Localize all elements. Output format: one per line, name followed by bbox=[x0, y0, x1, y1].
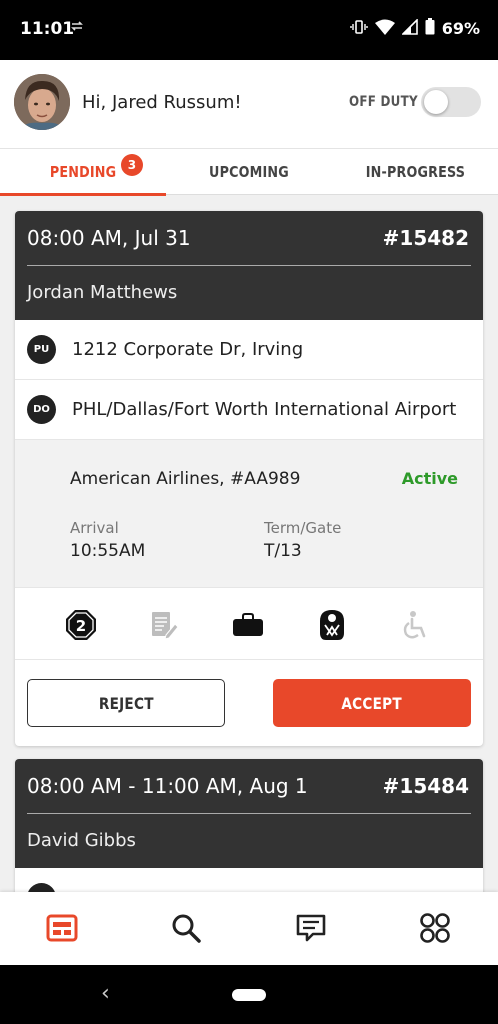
pickup-row[interactable]: PU 1212 Corporate Dr, Irving bbox=[15, 320, 483, 380]
tab-pending[interactable]: PENDING 3 bbox=[0, 149, 166, 196]
more-icon[interactable] bbox=[417, 910, 453, 946]
wheelchair-icon bbox=[400, 609, 432, 641]
pending-count-badge: 3 bbox=[121, 154, 143, 176]
messages-icon[interactable] bbox=[293, 910, 329, 946]
trip-number: #15482 bbox=[382, 226, 469, 250]
tab-upcoming-label: UPCOMING bbox=[209, 163, 289, 181]
trip-card[interactable]: 08:00 AM, Jul 31 #15482 Jordan Matthews … bbox=[15, 211, 483, 746]
flight-airline: American Airlines, #AA989 bbox=[70, 469, 301, 489]
tab-in-progress-label: IN-PROGRESS bbox=[365, 163, 465, 181]
trip-datetime: 08:00 AM, Jul 31 bbox=[27, 226, 191, 250]
card-actions: REJECT ACCEPT bbox=[15, 660, 483, 746]
trip-number: #15484 bbox=[382, 774, 469, 798]
reject-button[interactable]: REJECT bbox=[27, 679, 225, 727]
search-icon[interactable] bbox=[168, 910, 204, 946]
trip-datetime: 08:00 AM - 11:00 AM, Aug 1 bbox=[27, 774, 308, 798]
app-screen: Hi, Jared Russum! OFF DUTY PENDING 3 UPC… bbox=[0, 60, 498, 965]
accept-label: ACCEPT bbox=[341, 693, 403, 713]
tab-bar: PENDING 3 UPCOMING IN-PROGRESS bbox=[0, 148, 498, 196]
dropoff-badge: DO bbox=[27, 395, 56, 424]
gate-label: Term/Gate bbox=[264, 519, 342, 537]
trip-features-row: 2 bbox=[15, 588, 483, 660]
duty-status-label: OFF DUTY bbox=[349, 94, 418, 110]
reject-label: REJECT bbox=[98, 693, 154, 713]
passengers-icon: 2 bbox=[65, 609, 97, 641]
vibrate-icon bbox=[350, 19, 368, 39]
passenger-count: 2 bbox=[76, 617, 86, 635]
arrival-time: 10:55AM bbox=[70, 541, 146, 561]
card-header: 08:00 AM - 11:00 AM, Aug 1 #15484 David … bbox=[15, 759, 483, 868]
arrival-label: Arrival bbox=[70, 519, 119, 537]
tab-in-progress[interactable]: IN-PROGRESS bbox=[332, 149, 498, 195]
header: Hi, Jared Russum! OFF DUTY bbox=[0, 60, 498, 148]
passenger-name: David Gibbs bbox=[27, 830, 136, 851]
battery-icon bbox=[425, 18, 435, 39]
dashboard-icon[interactable] bbox=[44, 910, 80, 946]
status-time: 11:01 bbox=[20, 19, 75, 39]
card-header: 08:00 AM, Jul 31 #15482 Jordan Matthews bbox=[15, 211, 483, 320]
flight-info: American Airlines, #AA989 Active Arrival… bbox=[15, 440, 483, 588]
notes-icon bbox=[148, 609, 180, 641]
avatar[interactable] bbox=[14, 74, 70, 130]
signal-icon bbox=[400, 17, 418, 39]
wifi-icon bbox=[374, 19, 395, 39]
flight-status: Active bbox=[401, 469, 458, 488]
status-bar: 11:01 69% bbox=[0, 0, 498, 60]
bottom-nav bbox=[0, 892, 498, 965]
battery-percent: 69% bbox=[441, 19, 480, 38]
dropoff-row[interactable]: DO PHL/Dallas/Fort Worth International A… bbox=[15, 380, 483, 440]
sync-icon bbox=[70, 20, 84, 35]
child-seat-icon bbox=[316, 609, 348, 641]
duty-toggle[interactable] bbox=[421, 87, 481, 117]
greeting-text: Hi, Jared Russum! bbox=[82, 92, 242, 113]
pickup-address: 1212 Corporate Dr, Irving bbox=[72, 339, 304, 360]
gate-value: T/13 bbox=[264, 541, 302, 561]
pickup-badge: PU bbox=[27, 335, 56, 364]
system-nav-bar: ‹ bbox=[0, 965, 498, 1024]
tab-pending-label: PENDING bbox=[49, 163, 117, 181]
passenger-name: Jordan Matthews bbox=[27, 282, 178, 303]
home-pill[interactable] bbox=[232, 989, 266, 1001]
accept-button[interactable]: ACCEPT bbox=[273, 679, 471, 727]
toggle-knob bbox=[424, 90, 448, 114]
back-icon[interactable]: ‹ bbox=[101, 981, 110, 1006]
tab-upcoming[interactable]: UPCOMING bbox=[166, 149, 332, 195]
dropoff-address: PHL/Dallas/Fort Worth International Airp… bbox=[72, 399, 457, 420]
luggage-icon bbox=[232, 609, 264, 641]
